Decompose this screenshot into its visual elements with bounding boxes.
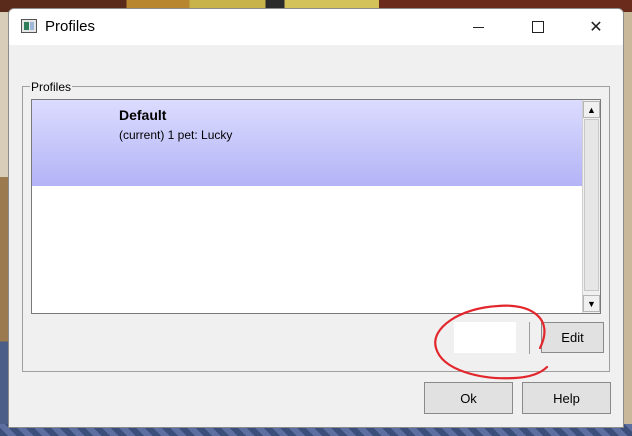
profile-description: (current) 1 pet: Lucky — [119, 128, 233, 142]
profile-name: Default — [119, 107, 167, 123]
blank-field — [454, 322, 516, 353]
close-icon: ✕ — [589, 19, 603, 36]
help-button[interactable]: Help — [522, 382, 611, 414]
separator — [529, 322, 530, 354]
close-button[interactable]: ✕ — [567, 9, 623, 45]
vertical-scrollbar[interactable]: ▲ ▼ — [582, 100, 600, 313]
profile-list[interactable]: Default (current) 1 pet: Lucky ▲ ▼ — [31, 99, 601, 314]
window-title: Profiles — [45, 18, 96, 35]
scroll-up-button[interactable]: ▲ — [583, 101, 600, 118]
maximize-icon — [532, 21, 544, 33]
scroll-down-button[interactable]: ▼ — [583, 295, 600, 312]
minimize-icon — [472, 26, 484, 28]
ok-button[interactable]: Ok — [424, 382, 513, 414]
profile-row-default[interactable]: Default (current) 1 pet: Lucky — [32, 100, 582, 186]
minimize-button[interactable] — [449, 9, 507, 45]
app-icon — [21, 19, 37, 33]
profiles-group-label: Profiles — [30, 80, 73, 94]
edit-button[interactable]: Edit — [541, 322, 604, 353]
title-bar[interactable]: Profiles ✕ — [9, 9, 623, 45]
desktop-background-left — [0, 12, 8, 424]
scroll-thumb[interactable] — [584, 119, 599, 291]
arrow-down-icon: ▼ — [587, 298, 596, 309]
maximize-button[interactable] — [509, 9, 567, 45]
arrow-up-icon: ▲ — [587, 104, 596, 115]
